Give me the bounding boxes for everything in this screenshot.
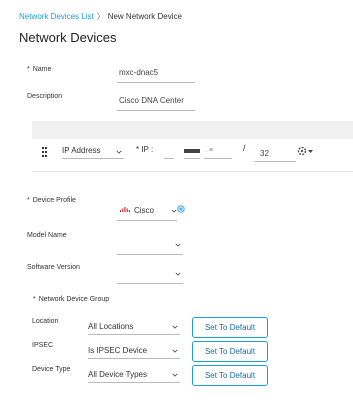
- ip-mask-value: 32: [260, 149, 269, 158]
- device-type-select[interactable]: All Device Types: [88, 370, 180, 383]
- add-circle-icon[interactable]: [177, 205, 185, 213]
- chevron-down-icon: [175, 243, 181, 247]
- ip-section-header: [32, 121, 353, 139]
- ip-separator: . ≡: [205, 147, 213, 154]
- device-profile-label: * Device Profile: [27, 197, 76, 204]
- name-label-text: Name: [32, 66, 52, 73]
- ip-mask-field[interactable]: 32: [254, 149, 296, 162]
- breadcrumb-parent-link[interactable]: Network Devices List: [19, 12, 94, 21]
- ipsec-select[interactable]: Is IPSEC Device: [88, 346, 180, 359]
- ndg-label: * Network Device Group: [33, 296, 109, 303]
- description-label: Description: [27, 93, 63, 100]
- name-field[interactable]: mxc-dnac5: [117, 68, 195, 83]
- ip-type-select[interactable]: IP Address: [62, 146, 124, 159]
- ip-type-value: IP Address: [62, 146, 101, 155]
- ip-octet-1[interactable]: [164, 158, 174, 159]
- ip-octet-2[interactable]: [184, 158, 200, 159]
- software-version-label: Software Version: [27, 264, 80, 271]
- device-profile-select[interactable]: Cisco: [117, 205, 177, 221]
- location-label: Location: [32, 318, 59, 325]
- gear-icon[interactable]: [296, 144, 314, 162]
- chevron-down-icon: [175, 272, 181, 276]
- required-mark: *: [27, 197, 30, 204]
- model-name-select[interactable]: [117, 239, 183, 255]
- grip-icon[interactable]: [42, 147, 48, 159]
- name-field-value: mxc-dnac5: [119, 68, 159, 77]
- ipsec-label: IPSEC: [32, 342, 54, 349]
- device-type-value: All Device Types: [88, 370, 147, 379]
- software-version-select[interactable]: [117, 268, 183, 284]
- page-title: Network Devices: [19, 30, 117, 45]
- device-profile-value: Cisco: [134, 206, 155, 215]
- breadcrumb-current: New Network Device: [107, 12, 182, 21]
- description-field[interactable]: Cisco DNA Center: [117, 96, 195, 111]
- name-label: * Name: [27, 66, 51, 73]
- cisco-logo-icon: [120, 207, 130, 212]
- location-value: All Locations: [88, 322, 134, 331]
- breadcrumb: Network Devices List 〉 New Network Device: [19, 11, 182, 22]
- ip-octet-2-mask[interactable]: [184, 149, 200, 153]
- location-select[interactable]: All Locations: [88, 322, 180, 335]
- required-mark: *: [27, 66, 30, 73]
- ipsec-set-default-button[interactable]: Set To Default: [192, 341, 268, 362]
- ndg-label-text: Network Device Group: [38, 296, 110, 303]
- description-field-value: Cisco DNA Center: [119, 96, 184, 105]
- required-mark: *: [33, 296, 36, 303]
- ip-octet-3[interactable]: [204, 158, 232, 159]
- model-name-label: Model Name: [27, 232, 67, 239]
- location-set-default-button[interactable]: Set To Default: [192, 317, 268, 338]
- ip-slash: /: [243, 143, 246, 153]
- device-type-label: Device Type: [32, 366, 71, 373]
- chevron-down-icon: [116, 150, 122, 154]
- chevron-down-icon: [172, 325, 178, 329]
- device-profile-label-text: Device Profile: [32, 197, 76, 204]
- ipsec-value: Is IPSEC Device: [88, 346, 148, 355]
- breadcrumb-separator: 〉: [96, 12, 105, 21]
- chevron-down-icon: [172, 373, 178, 377]
- ip-label: * IP :: [136, 145, 154, 154]
- device-type-set-default-button[interactable]: Set To Default: [192, 365, 268, 386]
- chevron-down-icon: [172, 349, 178, 353]
